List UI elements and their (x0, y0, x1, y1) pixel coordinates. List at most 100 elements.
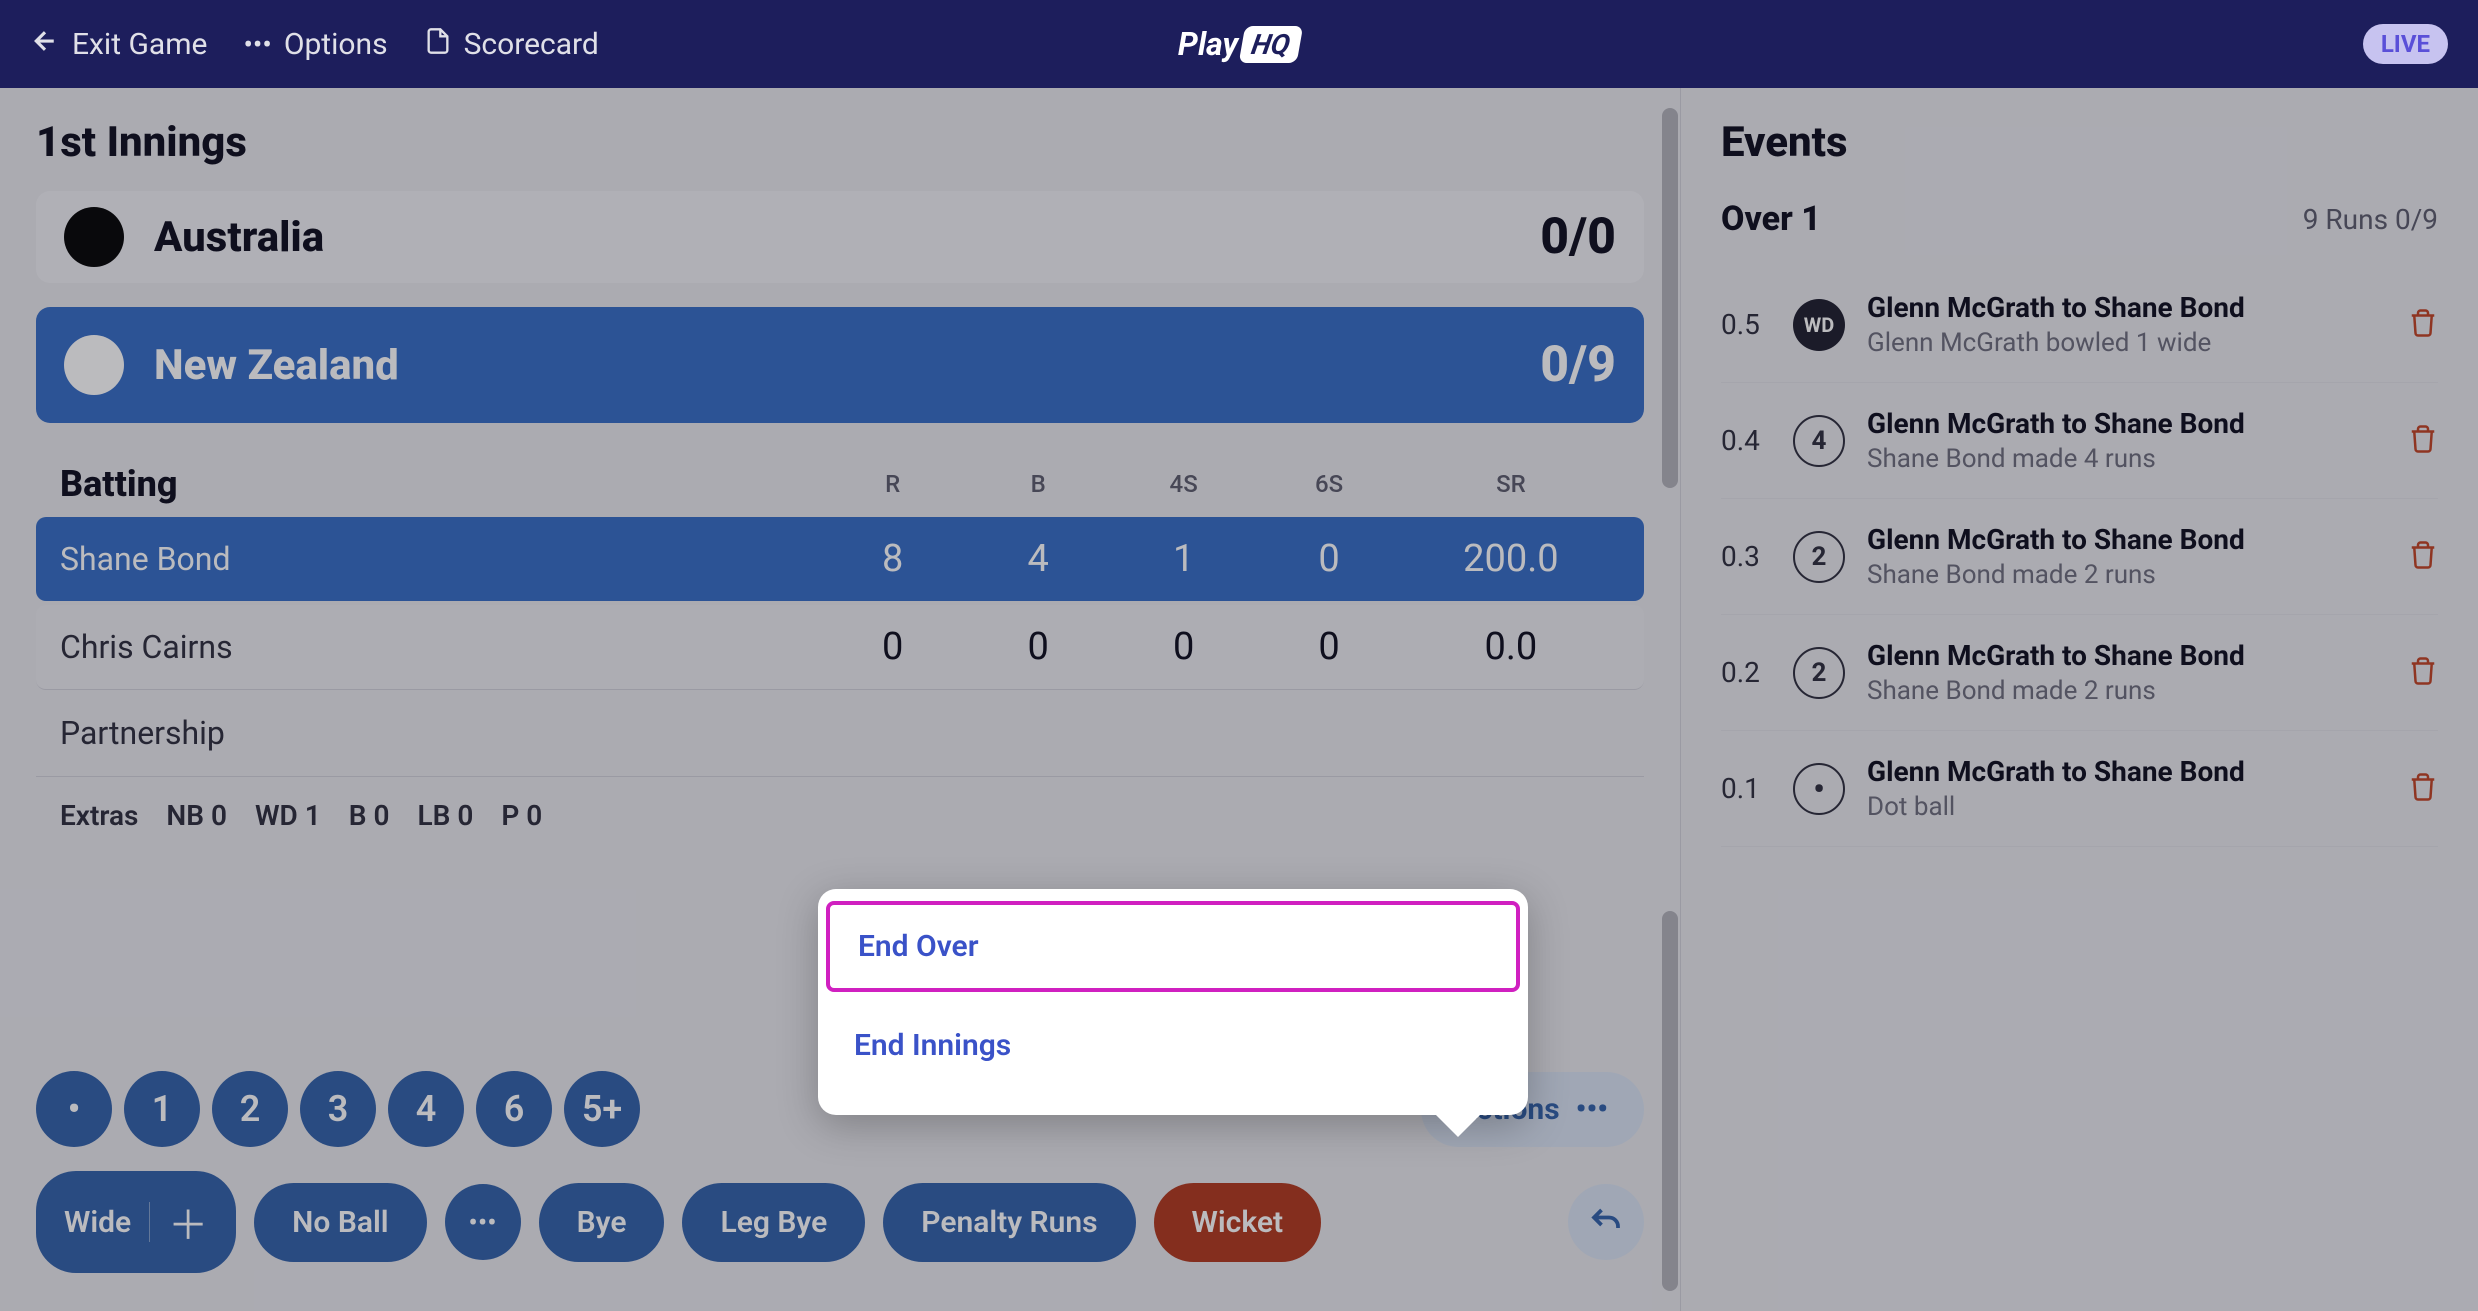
bye-button[interactable]: Bye (539, 1183, 665, 1262)
scrollbar-thumb[interactable] (1662, 911, 1678, 1291)
event-ball: 0.5 (1721, 308, 1771, 341)
col-sr: SR (1402, 470, 1620, 498)
run-4-button[interactable]: 4 (388, 1071, 464, 1147)
stat-fours: 1 (1111, 537, 1256, 581)
event-row: 0.1 Glenn McGrath to Shane Bond Dot ball (1721, 731, 2438, 847)
extras-lb: LB 0 (417, 799, 473, 832)
stat-fours: 0 (1111, 625, 1256, 669)
actions-popup-menu: End Over End Innings (818, 889, 1528, 1115)
more-circle-button[interactable]: ••• (445, 1184, 521, 1260)
team-score: 0/0 (1540, 208, 1616, 266)
delete-event-button[interactable] (2408, 772, 2438, 806)
delete-event-button[interactable] (2408, 308, 2438, 342)
extras-row: Extras NB 0 WD 1 B 0 LB 0 P 0 (36, 781, 1644, 850)
event-text: Glenn McGrath to Shane Bond Shane Bond m… (1867, 407, 2386, 474)
extras-label: Extras (60, 799, 138, 832)
scorecard-button[interactable]: Scorecard (424, 27, 599, 62)
col-fours: 4S (1111, 470, 1256, 498)
batter-row-active[interactable]: Shane Bond 8 4 1 0 200.0 (36, 517, 1644, 601)
event-text: Glenn McGrath to Shane Bond Shane Bond m… (1867, 639, 2386, 706)
event-title: Glenn McGrath to Shane Bond (1867, 639, 2386, 672)
undo-icon (1588, 1204, 1624, 1240)
col-runs: R (820, 470, 965, 498)
event-circle: 2 (1793, 531, 1845, 583)
run-dot-button[interactable]: • (36, 1071, 112, 1147)
event-row: 0.3 2 Glenn McGrath to Shane Bond Shane … (1721, 499, 2438, 615)
events-panel: Events Over 1 9 Runs 0/9 0.5 WD Glenn Mc… (1680, 88, 2478, 1311)
main-panel: 1st Innings Australia 0/0 New Zealand 0/… (0, 88, 1680, 1311)
noball-label: No Ball (292, 1205, 388, 1240)
event-row: 0.5 WD Glenn McGrath to Shane Bond Glenn… (1721, 267, 2438, 383)
noball-button[interactable]: No Ball (254, 1183, 426, 1262)
live-badge: LIVE (2363, 24, 2448, 64)
event-ball: 0.3 (1721, 540, 1771, 573)
stat-sr: 200.0 (1402, 537, 1620, 581)
stat-sixes: 0 (1256, 537, 1401, 581)
divider (149, 1202, 150, 1242)
penalty-button[interactable]: Penalty Runs (883, 1183, 1135, 1262)
event-desc: Shane Bond made 2 runs (1867, 560, 2386, 590)
run-3-button[interactable]: 3 (300, 1071, 376, 1147)
more-dots-icon: ••• (1576, 1092, 1608, 1127)
team-dot (64, 207, 124, 267)
extras-b: B 0 (349, 799, 390, 832)
delete-event-button[interactable] (2408, 540, 2438, 574)
event-ball: 0.2 (1721, 656, 1771, 689)
over-summary: 9 Runs 0/9 (2303, 203, 2438, 236)
over-label: Over 1 (1721, 199, 2303, 239)
stat-balls: 4 (965, 537, 1110, 581)
team-card-australia[interactable]: Australia 0/0 (36, 191, 1644, 283)
top-navbar: Exit Game ••• Options Scorecard Play HQ … (0, 0, 2478, 88)
event-text: Glenn McGrath to Shane Bond Shane Bond m… (1867, 523, 2386, 590)
stat-runs: 0 (820, 625, 965, 669)
innings-title: 1st Innings (36, 118, 1644, 167)
event-circle: 4 (1793, 415, 1845, 467)
document-icon (424, 27, 452, 62)
scrollbar-thumb[interactable] (1662, 108, 1678, 488)
more-dots-icon: ••• (468, 1206, 496, 1239)
navbar-logo: Play HQ (1178, 25, 1300, 63)
stat-sixes: 0 (1256, 625, 1401, 669)
run-1-button[interactable]: 1 (124, 1071, 200, 1147)
scrollbar[interactable] (1660, 88, 1680, 1311)
event-ball: 0.1 (1721, 772, 1771, 805)
event-text: Glenn McGrath to Shane Bond Glenn McGrat… (1867, 291, 2386, 358)
extras-nb: NB 0 (166, 799, 227, 832)
delete-event-button[interactable] (2408, 656, 2438, 690)
event-title: Glenn McGrath to Shane Bond (1867, 291, 2386, 324)
undo-button[interactable] (1568, 1184, 1644, 1260)
event-row: 0.2 2 Glenn McGrath to Shane Bond Shane … (1721, 615, 2438, 731)
wicket-button[interactable]: Wicket (1154, 1183, 1322, 1262)
options-button[interactable]: ••• Options (243, 27, 387, 62)
col-balls: B (965, 470, 1110, 498)
extra-buttons-row: Wide ＋ No Ball ••• Bye Leg Bye Penalty R… (36, 1171, 1644, 1273)
over-header: Over 1 9 Runs 0/9 (1721, 199, 2438, 239)
team-name: New Zealand (154, 341, 1540, 390)
content-area: 1st Innings Australia 0/0 New Zealand 0/… (0, 88, 2478, 1311)
team-card-new-zealand[interactable]: New Zealand 0/9 (36, 307, 1644, 423)
extras-p: P 0 (501, 799, 542, 832)
end-over-menu-item[interactable]: End Over (826, 901, 1520, 992)
col-sixes: 6S (1256, 470, 1401, 498)
navbar-right: LIVE (2363, 30, 2448, 58)
wide-button[interactable]: Wide ＋ (36, 1171, 236, 1273)
batter-row[interactable]: Chris Cairns 0 0 0 0 0.0 (36, 605, 1644, 690)
event-row: 0.4 4 Glenn McGrath to Shane Bond Shane … (1721, 383, 2438, 499)
event-title: Glenn McGrath to Shane Bond (1867, 523, 2386, 556)
run-2-button[interactable]: 2 (212, 1071, 288, 1147)
event-circle-dot (1793, 763, 1845, 815)
delete-event-button[interactable] (2408, 424, 2438, 458)
team-name: Australia (154, 213, 1540, 262)
team-score: 0/9 (1540, 336, 1616, 394)
event-title: Glenn McGrath to Shane Bond (1867, 407, 2386, 440)
trash-icon (2408, 656, 2438, 686)
exit-game-button[interactable]: Exit Game (30, 26, 207, 63)
partnership-row: Partnership (36, 694, 1644, 777)
trash-icon (2408, 424, 2438, 454)
legbye-button[interactable]: Leg Bye (682, 1183, 865, 1262)
end-innings-menu-item[interactable]: End Innings (818, 1000, 1528, 1091)
run-5plus-button[interactable]: 5+ (564, 1071, 640, 1147)
event-desc: Glenn McGrath bowled 1 wide (1867, 328, 2386, 358)
batter-name: Shane Bond (60, 540, 820, 578)
run-6-button[interactable]: 6 (476, 1071, 552, 1147)
